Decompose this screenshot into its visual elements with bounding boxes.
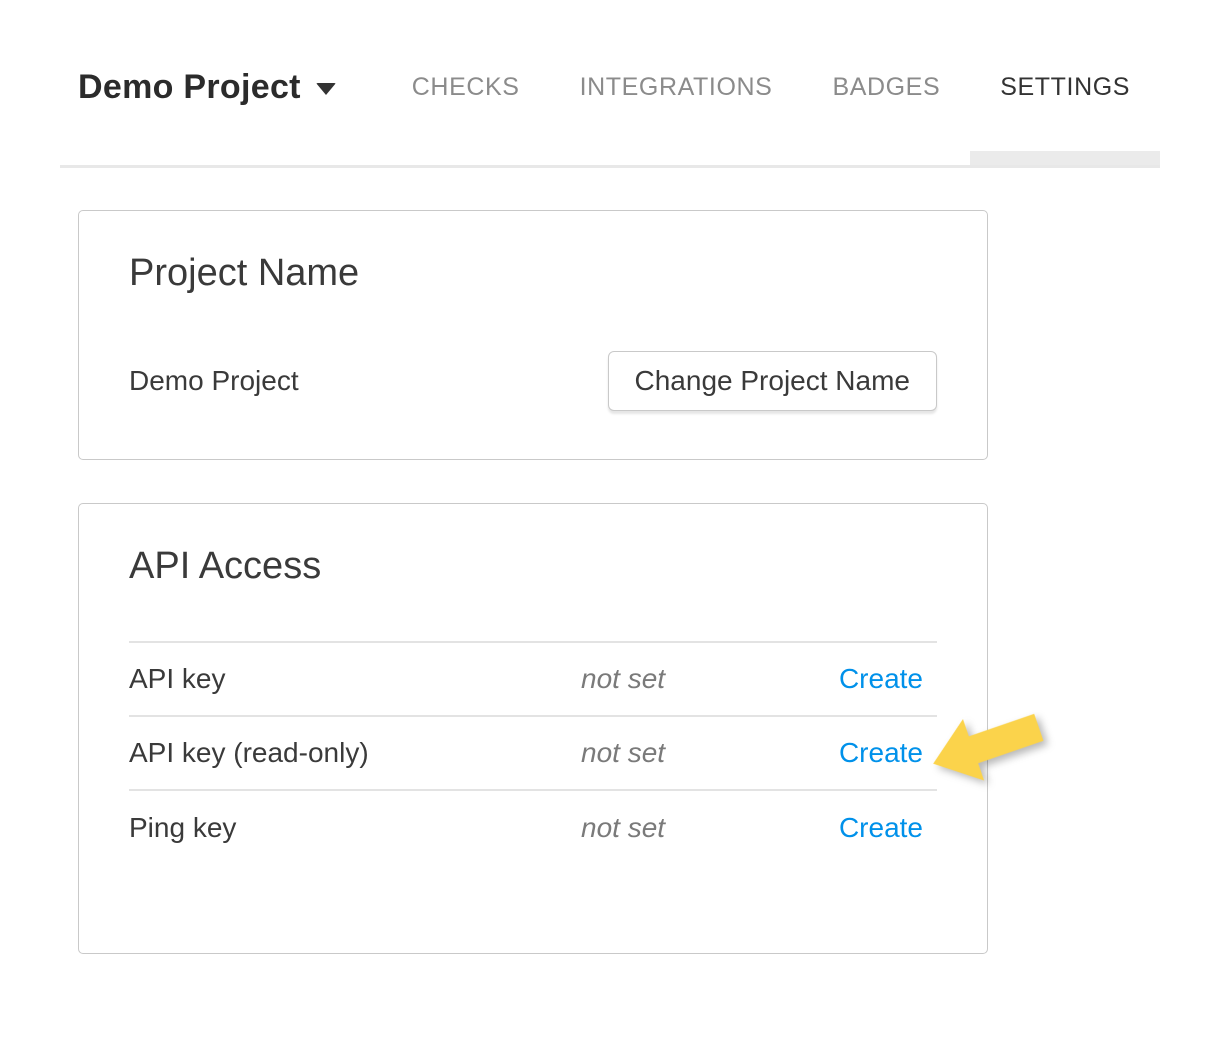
create-api-key-read-only-link[interactable]: Create [839, 737, 923, 768]
project-name-card-title: Project Name [129, 251, 937, 297]
row-label: Ping key [129, 812, 581, 844]
create-ping-key-link[interactable]: Create [839, 812, 923, 843]
row-label: API key [129, 663, 581, 695]
tab-badges[interactable]: BADGES [802, 0, 970, 165]
create-api-key-link[interactable]: Create [839, 663, 923, 694]
change-project-name-button[interactable]: Change Project Name [608, 351, 937, 411]
row-label: API key (read-only) [129, 737, 581, 769]
row-value: not set [581, 737, 839, 769]
tab-settings[interactable]: SETTINGS [970, 0, 1160, 165]
project-switcher-label: Demo Project [78, 68, 301, 107]
project-name-row: Demo Project Change Project Name [129, 351, 937, 411]
header: Demo Project CHECKS INTEGRATIONS BADGES … [60, 0, 1160, 168]
table-row-api-key-read-only: API key (read-only) not set Create [129, 717, 937, 791]
project-switcher[interactable]: Demo Project [78, 0, 336, 165]
table-row-api-key: API key not set Create [129, 643, 937, 717]
page-container: Demo Project CHECKS INTEGRATIONS BADGES … [60, 0, 1160, 954]
tab-integrations[interactable]: INTEGRATIONS [550, 0, 803, 165]
project-name-card: Project Name Demo Project Change Project… [78, 210, 988, 460]
row-action: Create [839, 663, 937, 695]
project-name-value: Demo Project [129, 365, 299, 397]
row-value: not set [581, 663, 839, 695]
nav-tabs: CHECKS INTEGRATIONS BADGES SETTINGS [382, 0, 1160, 165]
api-access-table: API key not set Create API key (read-onl… [129, 641, 937, 865]
row-value: not set [581, 812, 839, 844]
table-row-ping-key: Ping key not set Create [129, 791, 937, 865]
row-action: Create [839, 812, 937, 844]
caret-down-icon [316, 83, 336, 95]
api-access-card: API Access API key not set Create API ke… [78, 503, 988, 955]
row-action: Create [839, 737, 937, 769]
tab-checks[interactable]: CHECKS [382, 0, 550, 165]
api-access-card-title: API Access [129, 544, 937, 590]
